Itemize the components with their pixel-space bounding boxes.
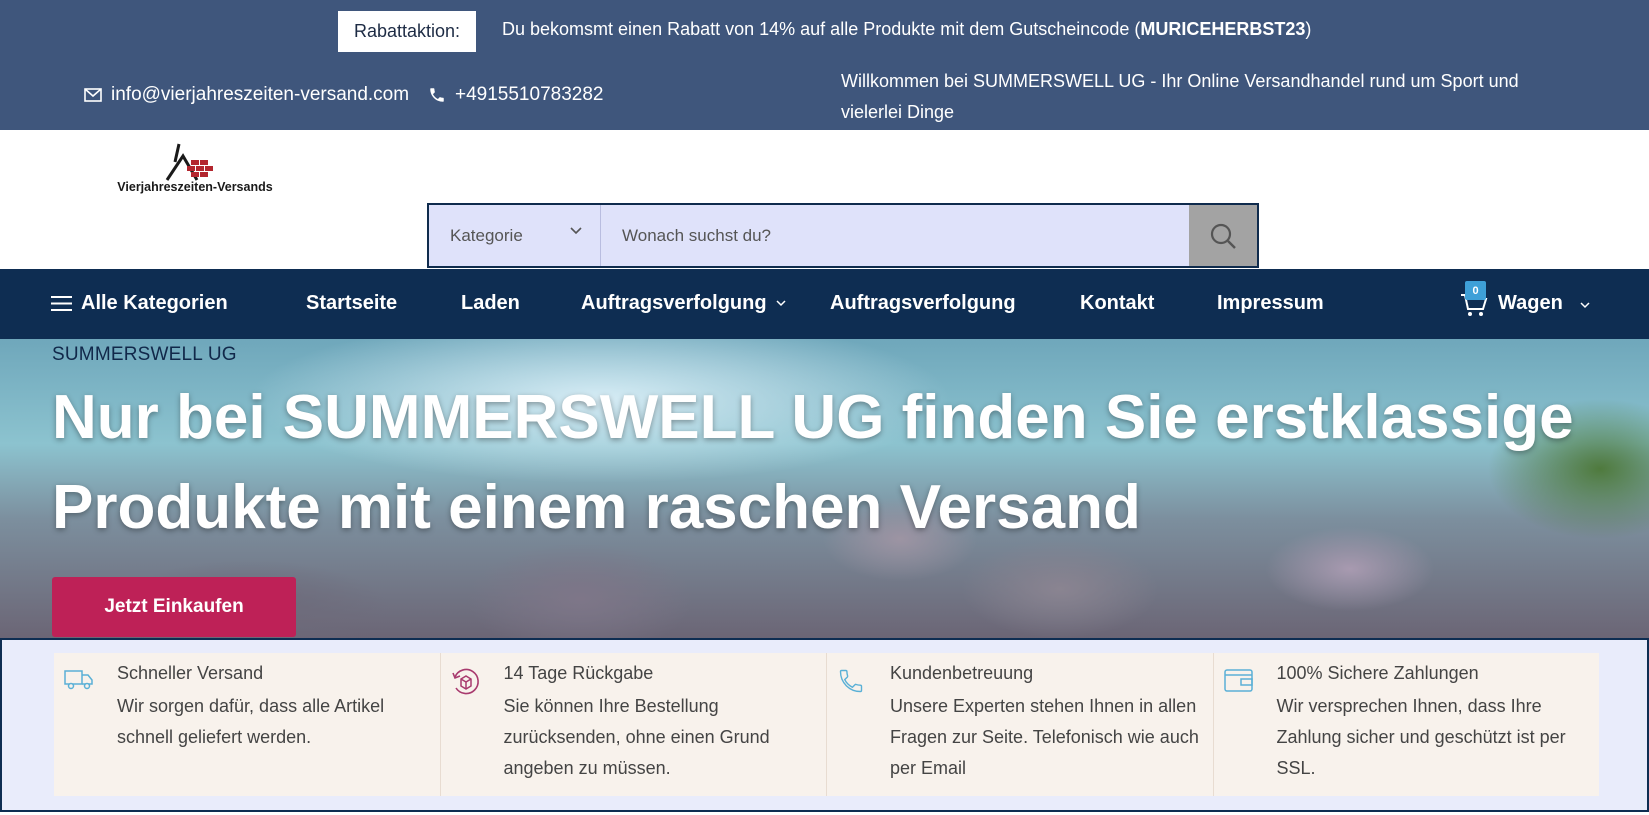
all-categories-menu[interactable]: Alle Kategorien	[51, 292, 228, 315]
feature-secure-payment: 100% Sichere Zahlungen Wir versprechen I…	[1213, 653, 1599, 796]
cart-count-badge: 0	[1465, 281, 1486, 300]
nav-item-auftragsverfolgung-dropdown[interactable]: Auftragsverfolgung	[581, 292, 786, 315]
feature-title: Kundenbetreuung	[890, 663, 1034, 683]
promo-text: Du bekomsmt einen Rabatt von 14% auf all…	[502, 19, 1311, 40]
phone-link[interactable]: +4915510783282	[455, 84, 603, 106]
promo-code: MURICEHERBST23	[1140, 19, 1306, 39]
nav-item-label: Auftragsverfolgung	[581, 292, 767, 314]
hero-banner: SUMMERSWELL UG Nur bei SUMMERSWELL UG fi…	[0, 339, 1649, 639]
nav-item-impressum[interactable]: Impressum	[1217, 292, 1324, 315]
welcome-message: Willkommen bei SUMMERSWELL UG - Ihr Onli…	[841, 71, 1519, 122]
chevron-down-icon	[1580, 302, 1590, 309]
truck-icon	[64, 670, 93, 690]
cart-button[interactable]: 0 Wagen	[1460, 281, 1600, 325]
feature-description: Sie können Ihre Bestellung zurücksenden,…	[503, 696, 770, 778]
promo-message: Du bekomsmt einen Rabatt von 14% auf all…	[502, 19, 1141, 39]
top-bar: Rabattaktion: Du bekomsmt einen Rabatt v…	[0, 0, 1649, 130]
search-input[interactable]	[602, 205, 1191, 266]
phone-contact[interactable]: +4915510783282	[428, 84, 603, 106]
house-roof-logo-icon	[165, 143, 213, 181]
feature-title: 100% Sichere Zahlungen	[1276, 663, 1479, 683]
hero-subtitle: SUMMERSWELL UG	[52, 344, 237, 365]
feature-description: Wir sorgen dafür, dass alle Artikel schn…	[117, 696, 385, 747]
search-icon	[1210, 223, 1236, 249]
nav-item-auftragsverfolgung[interactable]: Auftragsverfolgung	[830, 292, 1016, 315]
all-categories-label: Alle Kategorien	[81, 292, 228, 314]
cart-label: Wagen	[1498, 292, 1563, 314]
hero-title: Nur bei SUMMERSWELL UG finden Sie erstkl…	[52, 383, 1574, 542]
features-section: Schneller Versand Wir sorgen dafür, dass…	[0, 638, 1649, 812]
return-box-icon	[451, 668, 479, 695]
wallet-icon	[1223, 669, 1253, 692]
category-select-value: Kategorie	[450, 225, 523, 245]
email-contact[interactable]: info@vierjahreszeiten-versand.com	[84, 84, 409, 106]
promo-label-badge: Rabattaktion:	[338, 11, 476, 52]
chevron-down-icon	[570, 227, 582, 235]
nav-item-startseite[interactable]: Startseite	[306, 292, 397, 315]
category-select[interactable]: Kategorie	[429, 205, 601, 266]
shop-now-button[interactable]: Jetzt Einkaufen	[52, 577, 296, 637]
envelope-icon	[84, 88, 102, 102]
feature-description: Wir versprechen Ihnen, dass Ihre Zahlung…	[1276, 696, 1566, 778]
feature-customer-support: Kundenbetreuung Unsere Experten stehen I…	[827, 653, 1214, 796]
search-bar: Kategorie	[427, 203, 1259, 268]
phone-icon	[839, 669, 863, 693]
main-navigation: Alle Kategorien Startseite Laden Auftrag…	[0, 269, 1649, 339]
site-logo[interactable]: Vierjahreszeiten-Versands	[105, 140, 285, 200]
promo-close-paren: )	[1305, 19, 1312, 39]
hamburger-menu-icon	[51, 296, 72, 311]
logo-text: Vierjahreszeiten-Versands	[117, 180, 273, 194]
feature-fast-shipping: Schneller Versand Wir sorgen dafür, dass…	[54, 653, 441, 796]
feature-title: Schneller Versand	[117, 663, 264, 683]
phone-icon	[430, 88, 444, 102]
feature-returns: 14 Tage Rückgabe Sie können Ihre Bestell…	[440, 653, 827, 796]
features-list: Schneller Versand Wir sorgen dafür, dass…	[54, 653, 1599, 796]
chevron-down-icon	[776, 300, 786, 307]
nav-item-laden[interactable]: Laden	[461, 292, 520, 315]
feature-title: 14 Tage Rückgabe	[503, 663, 654, 683]
nav-item-kontakt[interactable]: Kontakt	[1080, 292, 1154, 315]
feature-description: Unsere Experten stehen Ihnen in allen Fr…	[890, 696, 1199, 778]
search-button[interactable]	[1189, 205, 1257, 266]
email-link[interactable]: info@vierjahreszeiten-versand.com	[111, 84, 409, 106]
